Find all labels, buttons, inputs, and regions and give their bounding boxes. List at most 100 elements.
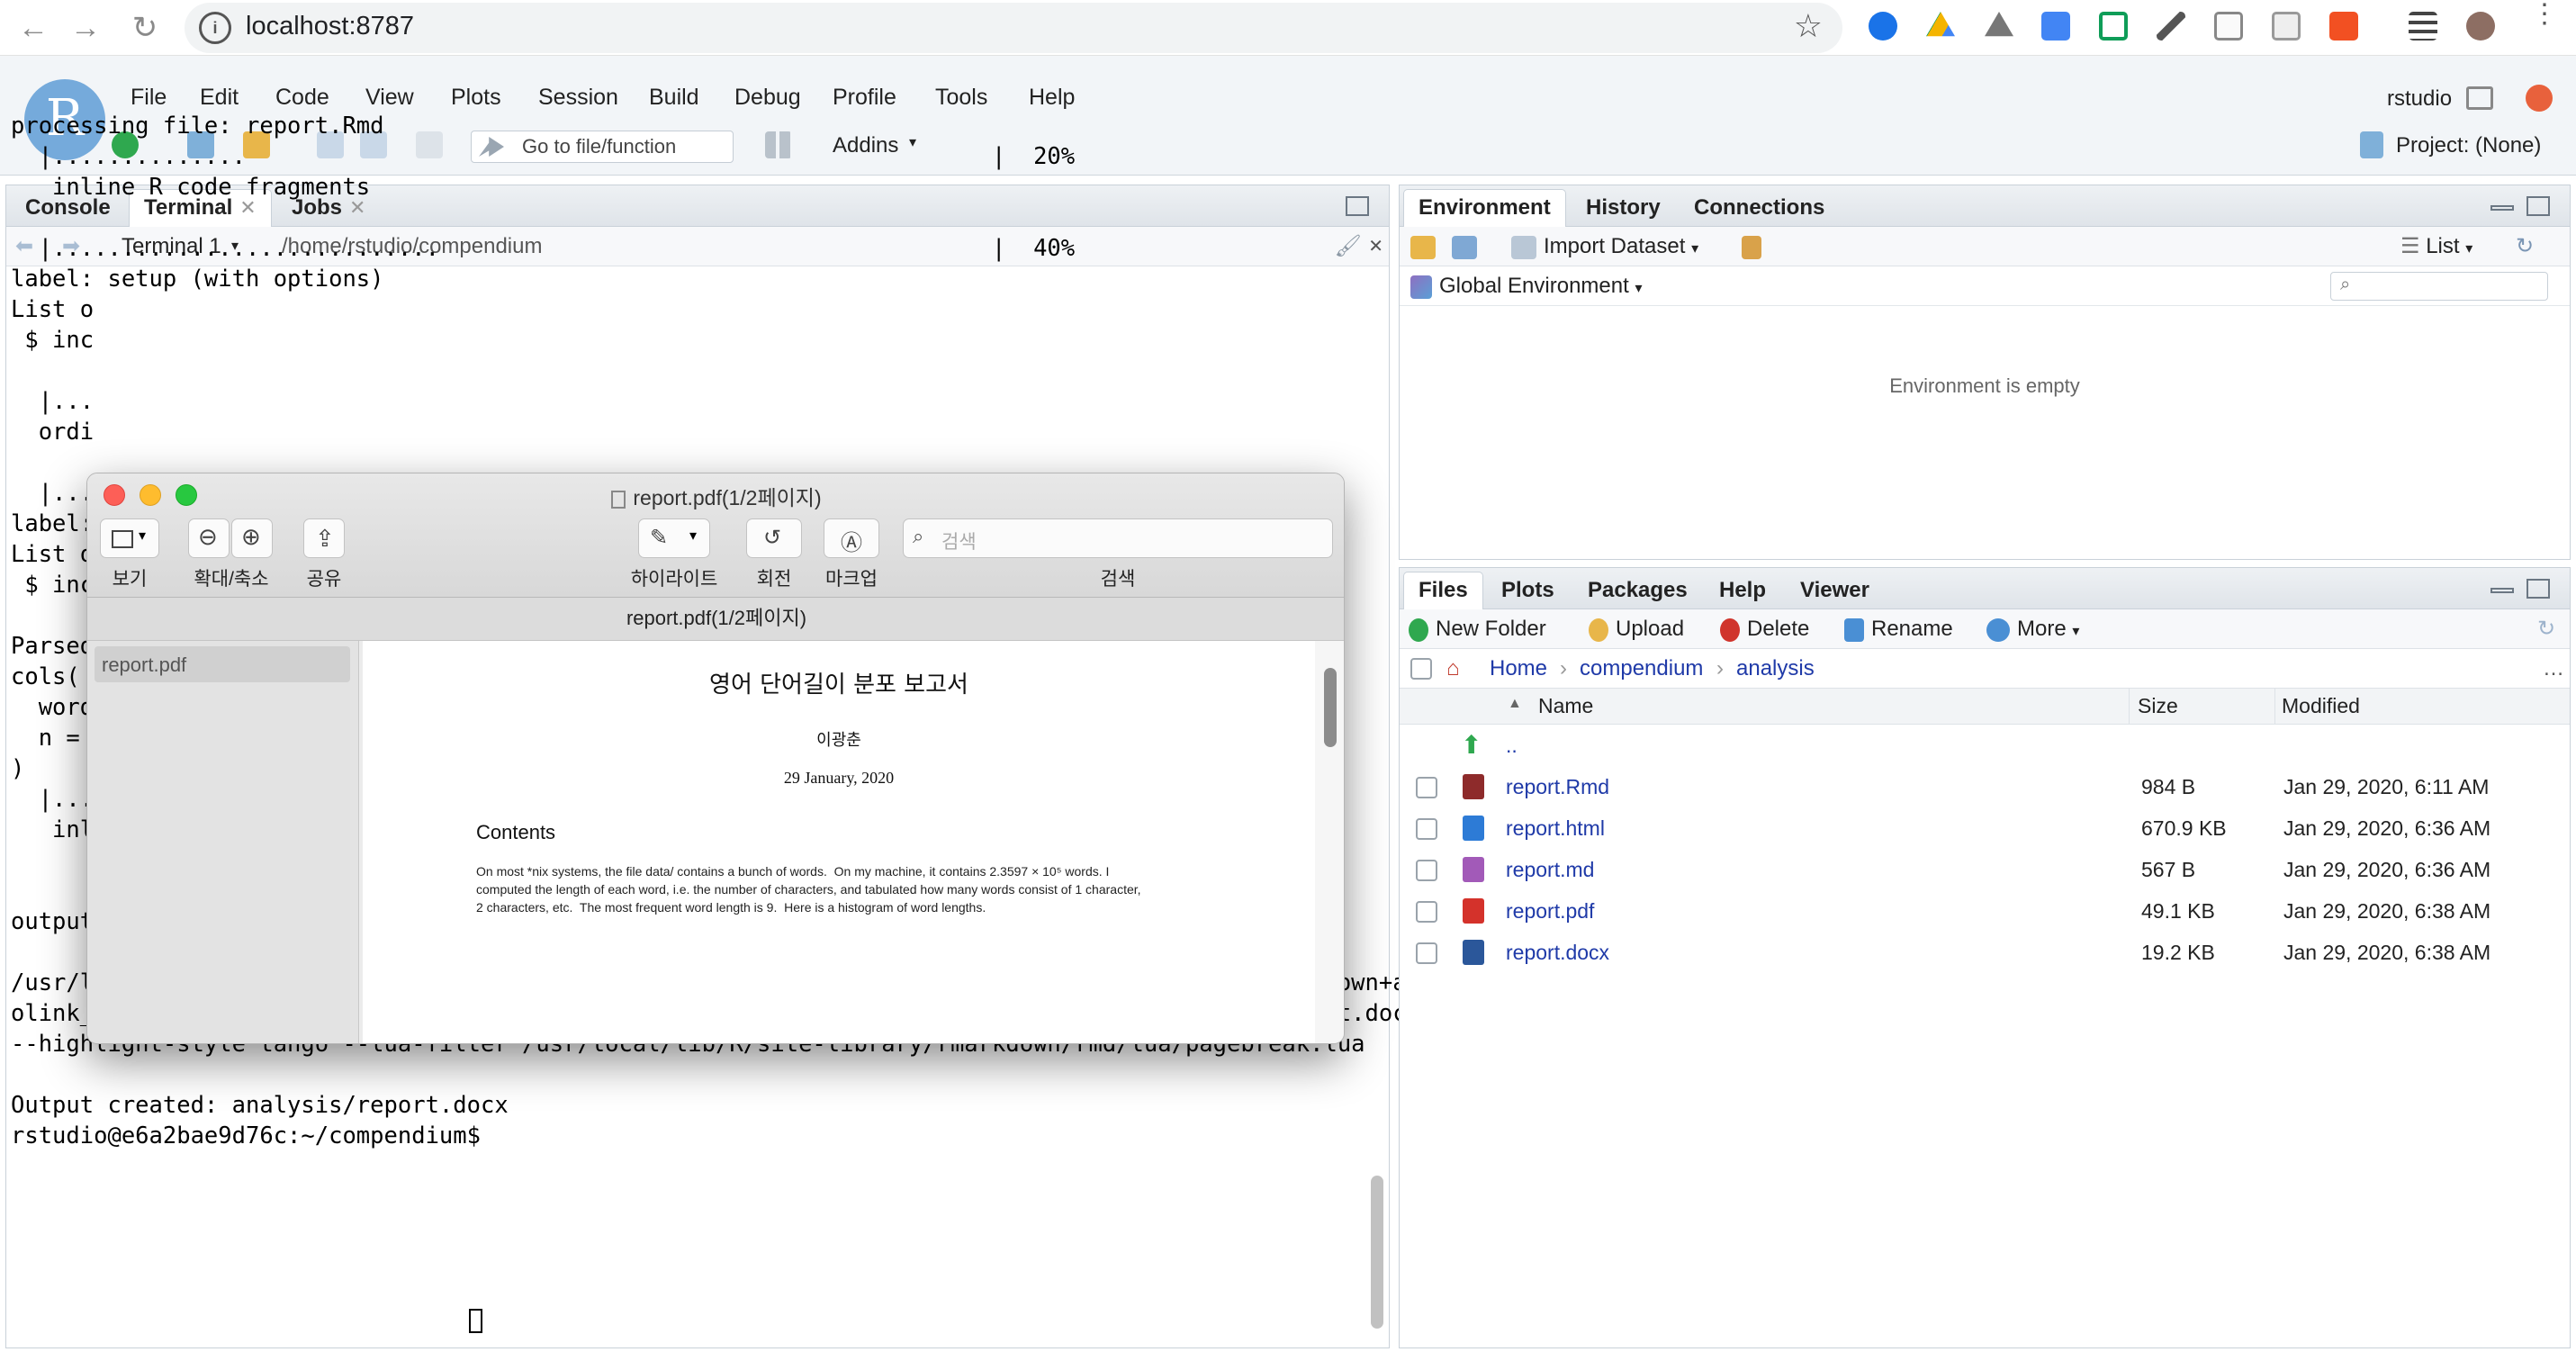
menu-session[interactable]: Session [538,85,618,111]
share-button[interactable]: ⇪ [303,518,345,558]
menu-profile[interactable]: Profile [833,85,896,111]
more-menu-button[interactable]: More ▾ [1986,617,2079,644]
rename-button[interactable]: Rename [1844,617,1953,642]
select-all-checkbox[interactable] [1410,658,1432,680]
notes-extension-icon[interactable] [2214,12,2243,41]
column-size[interactable]: Size [2138,694,2178,718]
download-extension-icon[interactable] [1869,12,1897,41]
tab-history[interactable]: History [1571,189,1676,227]
menu-build[interactable]: Build [649,85,699,111]
row-checkbox[interactable] [1416,860,1437,881]
minimize-pane-icon[interactable] [2490,205,2514,211]
file-name-link[interactable]: report.html [1506,816,1605,841]
global-environment-menu[interactable]: Global Environment ▾ [1410,274,1642,302]
translate-icon[interactable] [2041,12,2070,41]
zoom-in-button[interactable]: ⊕ [231,518,273,558]
drive-gray-icon[interactable] [1985,12,2013,37]
refresh-icon[interactable]: ↻ [2516,234,2534,259]
tab-packages[interactable]: Packages [1572,572,1703,609]
maximize-pane-icon[interactable] [2526,579,2550,599]
load-workspace-icon[interactable] [1410,234,1443,259]
import-dataset-button[interactable]: Import Dataset ▾ [1511,234,1698,262]
tab-plots[interactable]: Plots [1486,572,1570,609]
crop-extension-icon[interactable] [2099,12,2128,41]
markup-button[interactable]: Ⓐ [824,518,879,558]
sign-out-icon[interactable] [2466,86,2493,110]
table-row[interactable]: report.html 670.9 KB Jan 29, 2020, 6:36 AM [1400,807,2570,849]
table-row[interactable]: report.Rmd 984 B Jan 29, 2020, 6:11 AM [1400,766,2570,807]
preview-search-input[interactable]: ⌕ 검색 [903,518,1333,558]
preview-scrollbar[interactable] [1324,668,1337,747]
minimize-pane-icon[interactable] [2490,588,2514,593]
forward-icon[interactable]: → [63,5,108,50]
delete-button[interactable]: Delete [1720,617,1809,642]
column-modified[interactable]: Modified [2282,694,2360,718]
refresh-icon[interactable]: ↻ [2537,617,2555,642]
tab-viewer[interactable]: Viewer [1785,572,1885,609]
tab-help[interactable]: Help [1704,572,1781,609]
file-name-link[interactable]: report.md [1506,858,1594,882]
breadcrumb-analysis[interactable]: analysis [1736,656,1815,681]
file-name-link[interactable]: report.docx [1506,941,1609,965]
address-bar[interactable]: i localhost:8787 ☆ [185,3,1842,53]
menu-view[interactable]: View [365,85,414,111]
new-folder-button[interactable]: New Folder [1409,617,1546,642]
up-arrow-icon: ⬆ [1461,731,1482,759]
row-checkbox[interactable] [1416,818,1437,840]
menu-file[interactable]: File [131,85,167,111]
zoom-out-button[interactable]: ⊖ [188,518,230,558]
browser-menu-icon[interactable]: ⋮ [2531,1,2558,45]
breadcrumb-home[interactable]: Home [1490,656,1547,681]
menu-help[interactable]: Help [1029,85,1075,111]
reload-icon[interactable]: ↻ [122,5,167,50]
menu-tools[interactable]: Tools [935,85,987,111]
google-drive-icon[interactable] [1926,12,1955,37]
reading-list-icon[interactable] [2409,12,2437,41]
sidebar-item-report-pdf[interactable]: report.pdf [95,646,350,682]
clear-objects-icon[interactable] [1742,234,1769,259]
menu-code[interactable]: Code [275,85,329,111]
breadcrumb-compendium[interactable]: compendium [1580,656,1703,681]
upload-button[interactable]: Upload [1589,617,1684,642]
row-checkbox[interactable] [1416,901,1437,923]
home-icon[interactable]: ⌂ [1446,656,1460,681]
bookmark-star-icon[interactable]: ☆ [1794,7,1823,45]
tab-connections[interactable]: Connections [1679,189,1840,227]
eyedropper-icon[interactable] [2157,12,2185,41]
parent-directory-row[interactable]: ⬆ .. [1400,725,2570,766]
power-icon[interactable] [2526,85,2553,112]
menu-debug[interactable]: Debug [734,85,801,111]
pdf-page[interactable]: 영어 단어길이 분포 보고서 이광춘 29 January, 2020 Cont… [363,641,1315,1043]
tab-environment[interactable]: Environment [1403,189,1566,227]
tab-files[interactable]: Files [1403,572,1483,609]
maximize-pane-icon[interactable] [2526,196,2550,216]
highlight-button[interactable]: ✎ ▾ [638,518,710,558]
url-text[interactable]: localhost:8787 [246,12,414,41]
parent-directory-link[interactable]: .. [1506,734,1518,758]
table-row[interactable]: report.pdf 49.1 KB Jan 29, 2020, 6:38 AM [1400,890,2570,932]
table-row[interactable]: report.docx 19.2 KB Jan 29, 2020, 6:38 AM [1400,932,2570,973]
list-view-menu[interactable]: ☰ List ▾ [2400,234,2472,262]
menu-plots[interactable]: Plots [451,85,501,111]
menu-edit[interactable]: Edit [200,85,239,111]
save-workspace-icon[interactable] [1452,234,1484,259]
file-name-link[interactable]: report.Rmd [1506,775,1609,799]
back-icon[interactable]: ← [11,5,56,50]
site-info-icon[interactable]: i [199,12,231,44]
ex-extension-icon[interactable] [2329,12,2358,41]
profile-avatar[interactable] [2466,12,2495,41]
more-path-icon[interactable]: … [2543,656,2564,681]
project-menu[interactable]: Project: (None) [2396,133,2541,158]
sidebar-view-button[interactable]: ▾ [100,518,159,558]
terminal-line: |... [11,388,95,415]
row-checkbox[interactable] [1416,777,1437,798]
rotate-button[interactable]: ↺ [746,518,802,558]
screen-extension-icon[interactable] [2272,12,2301,41]
table-row[interactable]: report.md 567 B Jan 29, 2020, 6:36 AM [1400,849,2570,890]
sort-ascending-icon[interactable]: ▲ [1508,696,1522,712]
terminal-scrollbar[interactable] [1371,1176,1383,1329]
environment-search-input[interactable]: ⌕ [2330,272,2548,301]
row-checkbox[interactable] [1416,942,1437,964]
column-name[interactable]: Name [1538,694,1593,718]
file-name-link[interactable]: report.pdf [1506,899,1594,924]
